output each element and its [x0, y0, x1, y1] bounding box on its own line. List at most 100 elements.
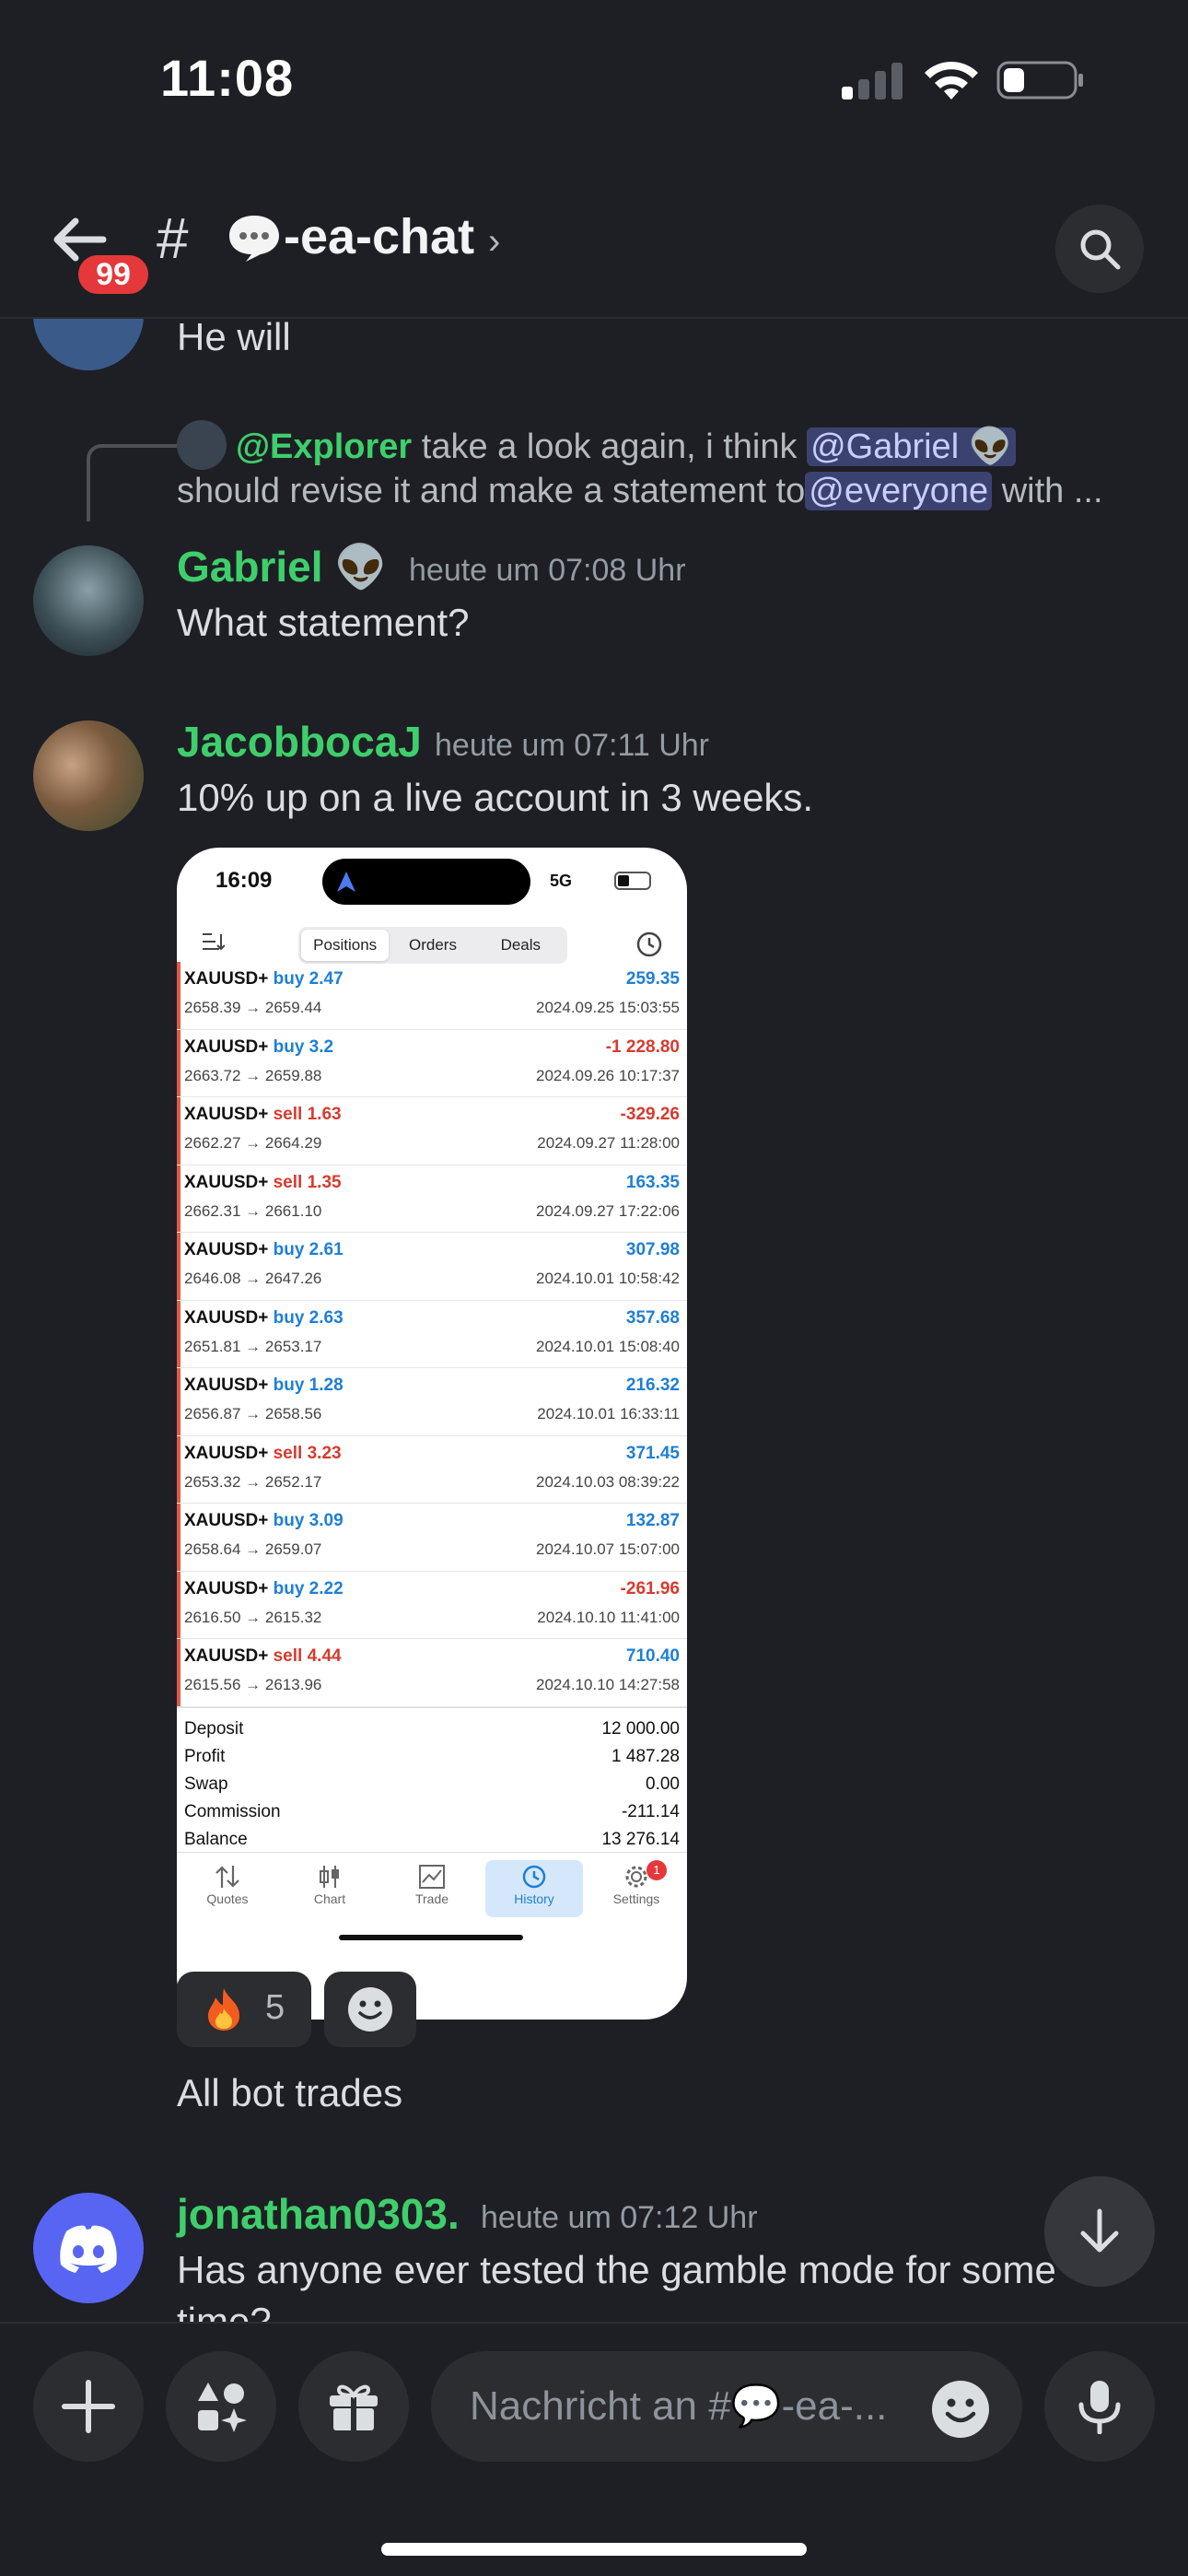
message-text: All bot trades: [177, 2071, 403, 2114]
trade-row: XAUUSD+ buy 1.28 2656.87 → 2658.56 216.32 2…: [177, 1368, 687, 1436]
chevron-right-icon[interactable]: ›: [488, 221, 500, 263]
trade-side: buy: [273, 1240, 305, 1259]
trade-date: 2024.10.10 14:27:58: [536, 1676, 680, 1693]
add-attachment-button[interactable]: [33, 2351, 144, 2462]
summary-value: 13 276.14: [601, 1830, 680, 1849]
summary-row: Deposit 12 000.00: [177, 1715, 687, 1743]
trade-side-bar: [177, 1300, 181, 1367]
add-reaction-button[interactable]: [324, 1972, 416, 2047]
trade-prices: 2662.31 → 2661.10: [184, 1201, 322, 1220]
clock-icon: [636, 931, 662, 957]
trade-volume: 1.63: [307, 1105, 342, 1124]
avatar[interactable]: [33, 720, 144, 831]
trade-date: 2024.10.07 15:07:00: [536, 1540, 680, 1558]
reply-author[interactable]: @Explorer: [236, 427, 412, 466]
settings-badge: 1: [646, 1860, 667, 1880]
segmented-control: Positions Orders Deals: [298, 927, 567, 964]
search-button[interactable]: [1055, 205, 1144, 293]
trade-list: XAUUSD+ buy 2.47 2658.39 → 2659.44 259.35 2…: [177, 962, 687, 1707]
gift-button[interactable]: [298, 2351, 409, 2462]
nav-history: History: [485, 1860, 583, 1917]
image-bottom-nav: Quotes Chart Trade History Settings 1: [177, 1852, 687, 1944]
reply-text: with ...: [1001, 472, 1103, 510]
gift-icon: [330, 2384, 378, 2430]
avatar[interactable]: [33, 319, 144, 370]
battery-icon: [996, 61, 1083, 100]
trade-symbol: XAUUSD+ sell 3.23: [184, 1444, 342, 1464]
quotes-icon: [215, 1866, 239, 1888]
trade-side-bar: [177, 1368, 181, 1435]
trade-symbol: XAUUSD+ buy 2.61: [184, 1240, 344, 1260]
message-author[interactable]: jonathan0303.: [177, 2189, 460, 2239]
trade-row: XAUUSD+ buy 2.61 2646.08 → 2647.26 307.98 2…: [177, 1233, 687, 1301]
trade-date: 2024.09.27 11:28:00: [537, 1134, 680, 1152]
trade-side-bar: [177, 1233, 181, 1300]
reply-preview-line2[interactable]: should revise it and make a statement to…: [177, 472, 1103, 511]
trade-chart-icon: [419, 1865, 445, 1889]
trade-prices: 2663.72 → 2659.88: [184, 1066, 322, 1084]
search-icon: [1080, 229, 1121, 270]
jump-to-bottom-button[interactable]: [1044, 2176, 1155, 2287]
trade-prices: 2651.81 → 2653.17: [184, 1337, 322, 1355]
nav-label: Quotes: [206, 1891, 249, 1906]
trade-symbol-text: XAUUSD+: [184, 969, 269, 989]
message-input-container[interactable]: [431, 2351, 1022, 2462]
mention-gabriel[interactable]: @Gabriel 👽: [807, 427, 1017, 467]
trade-row: XAUUSD+ sell 4.44 2615.56 → 2613.96 710.40…: [177, 1639, 687, 1707]
trade-profit: 710.40: [625, 1646, 680, 1666]
trade-date: 2024.10.01 15:08:40: [536, 1337, 680, 1355]
dynamic-island: [322, 859, 530, 905]
image-battery-icon: [614, 872, 651, 890]
sort-icon: [203, 933, 225, 951]
location-arrow-icon: [337, 872, 355, 892]
channel-hash-icon: #: [157, 207, 189, 271]
trade-symbol-text: XAUUSD+: [184, 1646, 269, 1666]
trade-symbol-text: XAUUSD+: [184, 1307, 269, 1328]
voice-message-button[interactable]: [1044, 2351, 1155, 2462]
reply-preview[interactable]: @Explorer take a look again, i think @Ga…: [177, 420, 1017, 474]
apps-button[interactable]: [166, 2351, 276, 2462]
message-text: 10% up on a live account in 3 weeks.: [177, 776, 814, 819]
image-time: 16:09: [215, 868, 273, 893]
trade-date: 2024.10.01 10:58:42: [536, 1270, 680, 1287]
message-timestamp: heute um 07:11 Uhr: [435, 728, 709, 763]
trade-symbol: XAUUSD+ sell 1.63: [184, 1105, 342, 1125]
summary-label: Balance: [184, 1830, 248, 1849]
trade-profit: -261.96: [620, 1578, 680, 1598]
trade-symbol-text: XAUUSD+: [184, 1036, 269, 1057]
avatar[interactable]: [33, 545, 144, 656]
nav-label: Settings: [612, 1891, 660, 1906]
trade-symbol-text: XAUUSD+: [184, 1511, 269, 1530]
smiley-add-icon: [348, 1987, 392, 2032]
emoji-picker-icon[interactable]: [930, 2379, 991, 2440]
trade-side: sell: [273, 1443, 303, 1463]
trade-profit: 132.87: [625, 1511, 680, 1530]
trade-volume: 3.23: [307, 1443, 342, 1463]
tab-deals: Deals: [500, 936, 542, 954]
trade-prices: 2658.64 → 2659.07: [184, 1540, 322, 1558]
mention-everyone[interactable]: @everyone: [805, 472, 993, 510]
trade-profit: 371.45: [625, 1443, 680, 1463]
message-text: Has anyone ever tested the gamble mode f…: [177, 2248, 1056, 2291]
channel-header: 99 # -ea-chat ›: [0, 184, 1188, 319]
message-input[interactable]: [470, 2379, 930, 2434]
status-bar: 11:08: [0, 0, 1188, 157]
message-list[interactable]: He will @Explorer take a look again, i t…: [0, 319, 1188, 2322]
summary-label: Profit: [184, 1747, 226, 1766]
avatar[interactable]: [33, 2193, 144, 2303]
summary-label: Commission: [184, 1802, 281, 1821]
trade-side-bar: [177, 962, 181, 1029]
trade-row: XAUUSD+ sell 1.63 2662.27 → 2664.29 -329.2…: [177, 1097, 687, 1165]
message-author[interactable]: Gabriel 👽: [177, 542, 388, 592]
channel-title[interactable]: -ea-chat: [284, 208, 474, 265]
message-timestamp: heute um 07:12 Uhr: [481, 2200, 758, 2235]
trade-row: XAUUSD+ buy 2.22 2616.50 → 2615.32 -261.96…: [177, 1571, 687, 1639]
trade-symbol: XAUUSD+ buy 3.09: [184, 1511, 344, 1531]
trade-profit: 357.68: [625, 1307, 680, 1328]
image-home-indicator: [339, 1935, 523, 1940]
message-author[interactable]: JacobbocaJ: [177, 717, 422, 767]
reaction-fire[interactable]: 5: [177, 1972, 311, 2047]
attached-image[interactable]: 16:09 5G Positions Orders Deals XAUUSD+ …: [177, 848, 687, 2020]
history-clock-icon: [522, 1865, 546, 1889]
trade-side: buy: [273, 969, 305, 989]
